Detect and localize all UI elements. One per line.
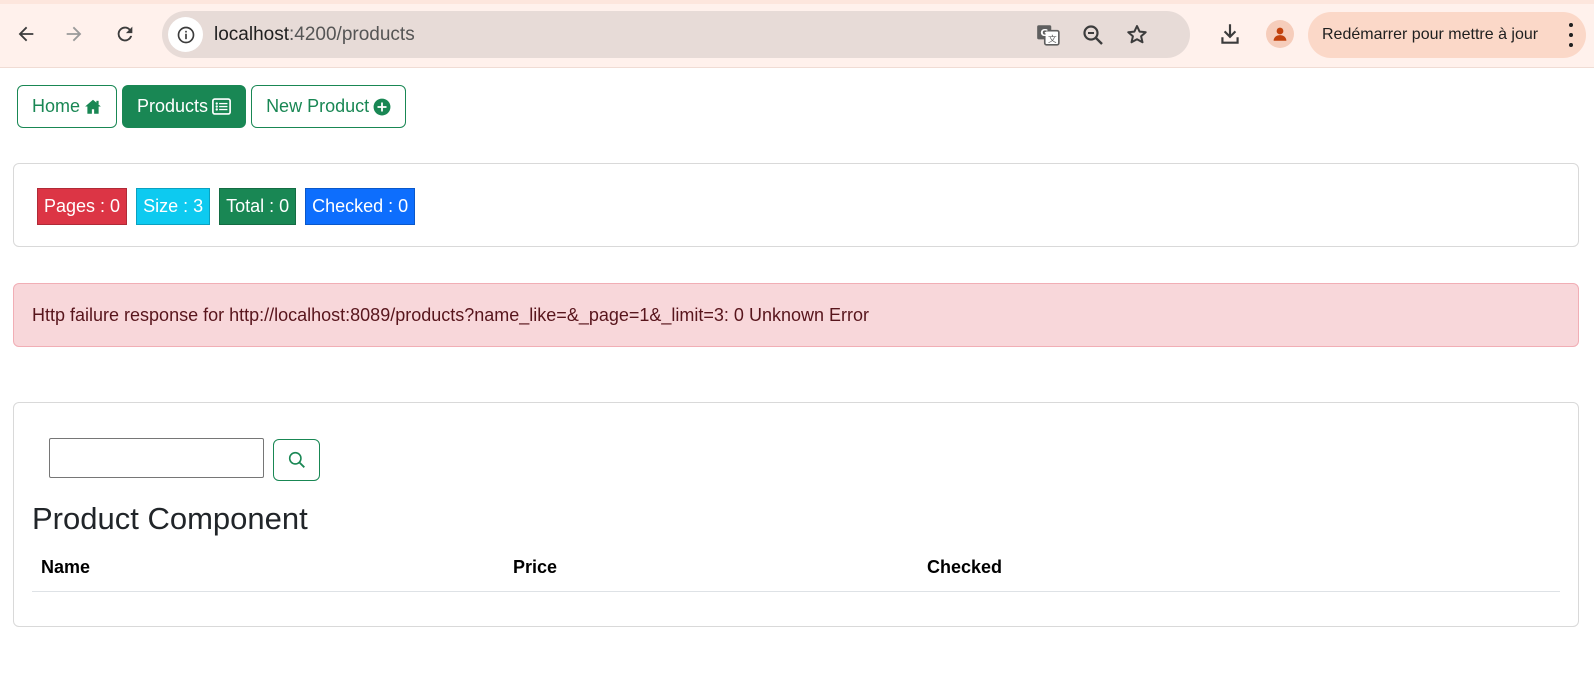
url-host: localhost bbox=[214, 24, 289, 45]
stats-card: Pages : 0 Size : 3 Total : 0 Checked : 0 bbox=[13, 163, 1579, 247]
kebab-menu-icon[interactable] bbox=[1568, 23, 1574, 47]
profile-button[interactable] bbox=[1262, 16, 1298, 52]
column-header-checked: Checked bbox=[927, 557, 1003, 577]
forward-button[interactable] bbox=[56, 16, 92, 52]
arrow-right-icon bbox=[66, 26, 82, 42]
checked-badge: Checked : 0 bbox=[305, 188, 416, 225]
download-icon bbox=[1221, 24, 1239, 44]
pages-badge: Pages : 0 bbox=[37, 188, 128, 225]
info-icon bbox=[177, 26, 194, 43]
reload-button[interactable] bbox=[107, 16, 143, 52]
avatar-icon bbox=[1266, 20, 1294, 48]
column-header-name: Name bbox=[41, 557, 91, 577]
restart-update-label: Redémarrer pour mettre à jour bbox=[1322, 26, 1539, 43]
address-bar[interactable]: localhost:4200/products G 文 bbox=[162, 11, 1190, 58]
translate-icon: G 文 bbox=[1037, 25, 1060, 46]
error-message: Http failure response for http://localho… bbox=[32, 304, 869, 325]
back-button[interactable] bbox=[8, 16, 44, 52]
total-badge: Total : 0 bbox=[219, 188, 297, 225]
nav-new-product-button[interactable]: New Product bbox=[251, 85, 407, 128]
column-header-price: Price bbox=[513, 557, 558, 577]
arrow-left-icon bbox=[18, 26, 34, 42]
nav-home-label: Home bbox=[32, 96, 81, 116]
plus-circle-icon bbox=[373, 98, 391, 115]
zoom-button[interactable] bbox=[1079, 21, 1107, 49]
search-button[interactable] bbox=[273, 439, 320, 481]
nav-products-label: Products bbox=[137, 96, 209, 116]
products-card: Product Component Name Price Checked bbox=[13, 402, 1579, 627]
nav-products-button[interactable]: Products bbox=[122, 85, 247, 128]
search-input[interactable] bbox=[49, 438, 264, 478]
nav-home-button[interactable]: Home bbox=[17, 85, 118, 128]
bookmark-button[interactable] bbox=[1123, 21, 1151, 49]
size-badge: Size : 3 bbox=[136, 188, 211, 225]
url-text: localhost:4200/products bbox=[214, 24, 415, 46]
restart-update-button[interactable]: Redémarrer pour mettre à jour bbox=[1308, 12, 1586, 58]
zoom-out-icon bbox=[1083, 25, 1103, 45]
site-info-button[interactable] bbox=[168, 17, 203, 52]
products-table: Name Price Checked bbox=[32, 549, 1560, 592]
search-icon bbox=[288, 451, 305, 468]
url-path: :4200/products bbox=[289, 24, 415, 45]
nav-new-product-label: New Product bbox=[266, 96, 370, 116]
svg-text:文: 文 bbox=[1048, 33, 1057, 45]
star-icon bbox=[1127, 25, 1147, 44]
error-alert: Http failure response for http://localho… bbox=[13, 283, 1579, 347]
tabstrip-edge bbox=[0, 0, 1594, 4]
card-list-icon bbox=[212, 98, 232, 115]
stats-badges: Pages : 0 Size : 3 Total : 0 Checked : 0 bbox=[37, 188, 416, 225]
app-navigation: Home Products New Product bbox=[17, 85, 407, 128]
house-icon bbox=[85, 99, 101, 114]
browser-toolbar: localhost:4200/products G 文 Redémarrer p… bbox=[0, 0, 1594, 68]
downloads-button[interactable] bbox=[1212, 16, 1248, 52]
translate-button[interactable]: G 文 bbox=[1034, 21, 1062, 49]
page-title: Product Component bbox=[32, 501, 308, 536]
reload-icon bbox=[117, 26, 133, 42]
